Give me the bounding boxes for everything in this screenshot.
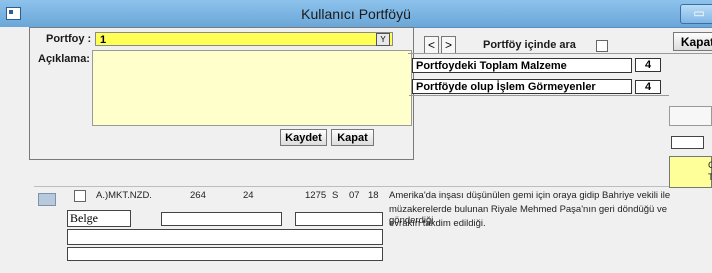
portfoy-lookup-button[interactable]: Y xyxy=(376,33,390,46)
description-textarea[interactable] xyxy=(92,50,412,126)
record-desc-line1: Amerika'da inşası düşünülen gemi için or… xyxy=(389,190,671,201)
record-field-2[interactable] xyxy=(161,212,282,226)
record-n1: 264 xyxy=(190,190,206,201)
record-n4: 07 xyxy=(349,190,360,201)
record-field-4[interactable] xyxy=(67,229,383,245)
record-s: S xyxy=(332,190,339,201)
portfoy-input[interactable]: 1 xyxy=(95,32,393,46)
total-items-value: 4 xyxy=(635,58,661,72)
left-strip xyxy=(0,27,29,177)
window-title: Kullanıcı Portföyü xyxy=(301,6,411,22)
record-n5: 18 xyxy=(368,190,379,201)
title-bar: Kullanıcı Portföyü ▭ xyxy=(0,0,712,28)
right-grid-col-c: C xyxy=(708,160,712,171)
record-desc-line3: evrakın takdim edildiği. xyxy=(389,218,486,229)
total-items-label: Portfoydeki Toplam Malzeme xyxy=(412,58,632,73)
right-input-1[interactable] xyxy=(669,106,712,126)
right-input-2[interactable] xyxy=(671,136,704,149)
prev-button[interactable]: < xyxy=(424,36,439,54)
portfolio-edit-panel: Portfoy : 1 Y Açıklama: Kaydet Kapat xyxy=(29,27,414,160)
record-checkbox[interactable] xyxy=(74,190,86,202)
unprocessed-items-label: Portföyde olup İşlem Görmeyenler xyxy=(412,79,632,94)
next-button[interactable]: > xyxy=(441,36,456,54)
search-in-portfolio-checkbox[interactable] xyxy=(596,40,608,52)
record-field-3[interactable] xyxy=(295,212,383,226)
record-n3: 1275 xyxy=(305,190,327,201)
belge-field[interactable]: Belge xyxy=(67,210,131,227)
minimize-button[interactable]: ▭ xyxy=(680,4,712,24)
unprocessed-items-value: 4 xyxy=(635,80,661,94)
record-code: A.)MKT.NZD. xyxy=(96,190,152,201)
right-grid-header xyxy=(669,156,712,188)
close-form-button[interactable]: Kapat xyxy=(331,129,374,146)
record-n2: 24 xyxy=(243,190,254,201)
close-button[interactable]: Kapat xyxy=(673,32,712,51)
record-field-5[interactable] xyxy=(67,247,383,261)
portfoy-label: Portfoy : xyxy=(46,33,92,45)
aciklama-label: Açıklama: xyxy=(38,53,90,65)
row-icon[interactable] xyxy=(38,193,56,206)
right-grid-col-t: T xyxy=(708,172,712,183)
save-button[interactable]: Kaydet xyxy=(280,129,327,146)
search-in-portfolio-label: Portföy içinde ara xyxy=(483,39,576,51)
divider-line xyxy=(409,95,669,96)
